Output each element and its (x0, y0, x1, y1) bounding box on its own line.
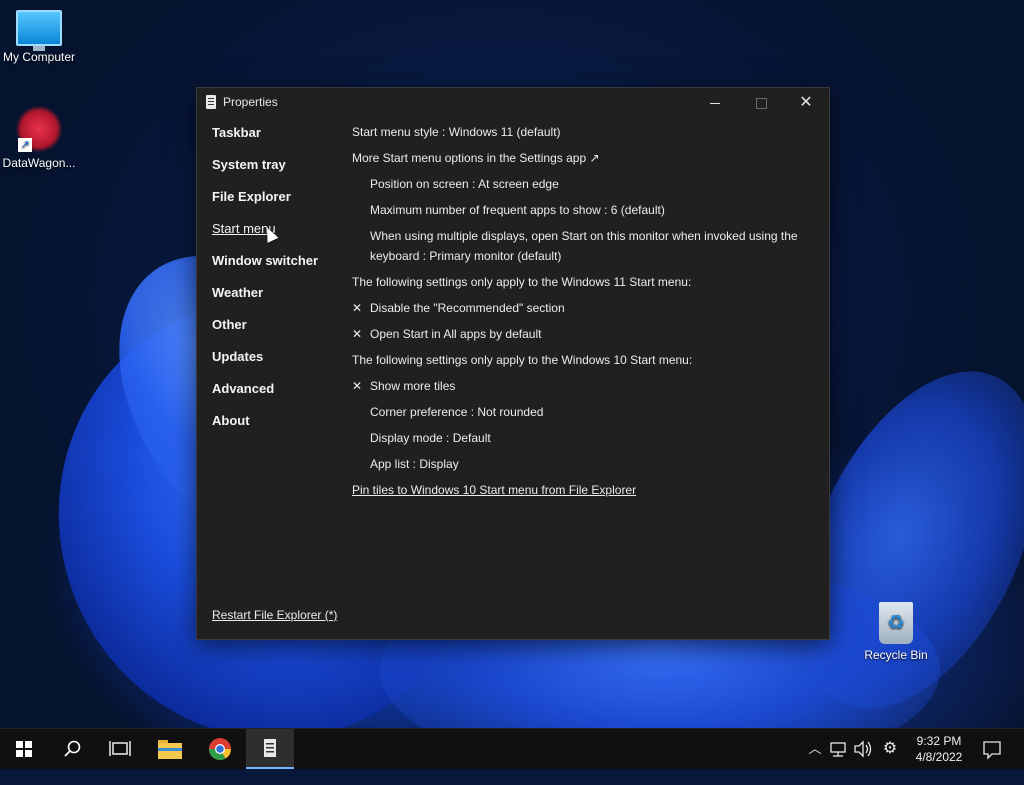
notifications-button[interactable] (980, 729, 1004, 769)
win11-section-header: The following settings only apply to the… (352, 275, 692, 289)
clock-time: 9:32 PM (916, 734, 962, 748)
checked-x-icon: ✕ (352, 327, 363, 341)
show-hidden-icons-button[interactable]: ︿ (803, 729, 827, 769)
nav-item-file-explorer[interactable]: File Explorer (212, 188, 342, 220)
properties-app-icon (264, 739, 276, 757)
setting-multi-display-monitor[interactable]: When using multiple displays, open Start… (370, 226, 800, 266)
task-view-icon (109, 741, 131, 756)
nav-item-taskbar[interactable]: Taskbar (212, 124, 342, 156)
network-button[interactable] (827, 729, 851, 769)
title-bar[interactable]: Properties ✕ (197, 88, 829, 118)
properties-window: Properties ✕ Taskbar System tray File Ex… (196, 87, 830, 640)
chrome-icon (209, 738, 231, 760)
properties-app-icon (206, 95, 216, 109)
toggle-show-more-tiles[interactable]: ✕ Show more tiles (352, 376, 455, 396)
minimize-button[interactable] (692, 88, 738, 118)
recycle-bin-icon: ♻ (879, 602, 913, 644)
window-title: Properties (223, 95, 278, 109)
setting-display-mode[interactable]: Display mode : Default (370, 428, 491, 448)
setting-corner-preference[interactable]: Corner preference : Not rounded (370, 402, 543, 422)
settings-nav: Taskbar System tray File Explorer Start … (212, 124, 342, 444)
toggle-label: Open Start in All apps by default (370, 327, 542, 341)
nav-item-window-switcher[interactable]: Window switcher (212, 252, 342, 284)
chevron-up-icon: ︿ (808, 741, 822, 756)
monitor-icon (16, 10, 62, 51)
setting-start-menu-style[interactable]: Start menu style : Windows 11 (default) (352, 122, 561, 142)
setting-app-list[interactable]: App list : Display (370, 454, 459, 474)
gear-icon: ⚙ (882, 740, 898, 757)
taskbar-chrome[interactable] (196, 729, 244, 769)
notification-icon (983, 741, 1001, 760)
taskbar-file-explorer[interactable] (146, 729, 194, 769)
task-view-button[interactable] (96, 729, 144, 769)
close-icon: ✕ (799, 94, 813, 111)
start-button[interactable] (0, 729, 48, 769)
windows-logo-icon (16, 741, 32, 757)
desktop-icon-label: My Computer (2, 50, 76, 64)
network-icon (830, 742, 846, 757)
nav-item-system-tray[interactable]: System tray (212, 156, 342, 188)
close-button[interactable]: ✕ (783, 88, 829, 118)
restart-explorer-link[interactable]: Restart File Explorer (*) (212, 608, 337, 622)
checked-x-icon: ✕ (352, 379, 363, 393)
desktop-icon-datawagon[interactable]: ↗ DataWagon... (0, 106, 81, 170)
search-button[interactable] (48, 729, 96, 769)
desktop-icon-label: Recycle Bin (864, 648, 928, 662)
clock-date: 4/8/2022 (915, 750, 963, 764)
pin-tiles-link[interactable]: Pin tiles to Windows 10 Start menu from … (352, 480, 636, 500)
datawagon-app-icon: ↗ (16, 106, 62, 152)
search-icon (64, 740, 81, 757)
desktop-icon-label: DataWagon... (2, 156, 76, 170)
folder-icon (158, 740, 182, 759)
settings-tray-button[interactable]: ⚙ (878, 729, 902, 769)
speaker-icon (854, 740, 872, 758)
desktop-icon-recycle-bin[interactable]: ♻ Recycle Bin (854, 602, 938, 662)
maximize-icon (755, 97, 767, 109)
nav-item-about[interactable]: About (212, 412, 342, 444)
desktop-icon-my-computer[interactable]: My Computer (0, 10, 81, 64)
nav-item-advanced[interactable]: Advanced (212, 380, 342, 412)
minimize-icon (710, 102, 720, 104)
setting-position-on-screen[interactable]: Position on screen : At screen edge (370, 174, 559, 194)
shortcut-arrow-icon: ↗ (18, 138, 32, 152)
toggle-disable-recommended[interactable]: ✕ Disable the "Recommended" section (352, 298, 565, 318)
nav-item-updates[interactable]: Updates (212, 348, 342, 380)
toggle-label: Show more tiles (370, 379, 456, 393)
nav-item-other[interactable]: Other (212, 316, 342, 348)
setting-max-frequent-apps[interactable]: Maximum number of frequent apps to show … (370, 200, 665, 220)
checked-x-icon: ✕ (352, 301, 363, 315)
taskbar-clock[interactable]: 9:32 PM 4/8/2022 (904, 733, 974, 765)
win10-section-header: The following settings only apply to the… (352, 353, 693, 367)
toggle-open-all-apps[interactable]: ✕ Open Start in All apps by default (352, 324, 541, 344)
taskbar: ︿ ⚙ 9:32 PM 4/8/2022 (0, 728, 1024, 769)
taskbar-properties-app[interactable] (246, 729, 294, 769)
toggle-label: Disable the "Recommended" section (370, 301, 565, 315)
nav-item-weather[interactable]: Weather (212, 284, 342, 316)
volume-button[interactable] (851, 729, 875, 769)
maximize-button[interactable] (738, 88, 784, 118)
settings-app-link[interactable]: More Start menu options in the Settings … (352, 148, 600, 168)
